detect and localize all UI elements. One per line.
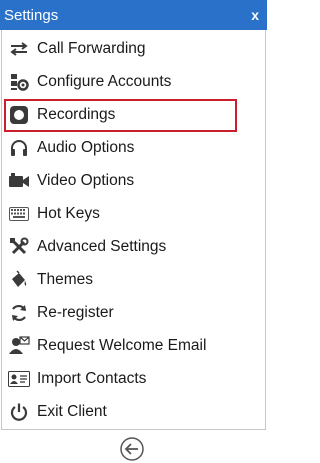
menu-item-label: Audio Options <box>37 138 135 156</box>
back-arrow-icon <box>120 437 144 463</box>
menu-item-advanced-settings[interactable]: Advanced Settings <box>2 230 265 263</box>
call-forwarding-icon <box>8 38 30 60</box>
settings-menu: Call Forwarding Configure Accounts Recor… <box>2 30 265 428</box>
menu-item-label: Exit Client <box>37 402 107 420</box>
headphones-icon <box>8 137 30 159</box>
menu-item-call-forwarding[interactable]: Call Forwarding <box>2 32 265 65</box>
menu-item-hot-keys[interactable]: Hot Keys <box>2 197 265 230</box>
menu-item-label: Import Contacts <box>37 369 147 387</box>
settings-panel: Call Forwarding Configure Accounts Recor… <box>1 30 266 430</box>
refresh-icon <box>8 302 30 324</box>
menu-item-label: Configure Accounts <box>37 72 172 90</box>
menu-item-video-options[interactable]: Video Options <box>2 164 265 197</box>
window-title: Settings <box>4 6 59 24</box>
paint-bucket-icon <box>8 269 30 291</box>
menu-item-label: Request Welcome Email <box>37 336 207 354</box>
configure-accounts-icon <box>8 71 30 93</box>
close-button[interactable]: x <box>251 7 259 23</box>
menu-item-label: Advanced Settings <box>37 237 167 255</box>
menu-item-import-contacts[interactable]: Import Contacts <box>2 362 265 395</box>
keyboard-icon <box>8 203 30 225</box>
menu-item-exit-client[interactable]: Exit Client <box>2 395 265 428</box>
menu-item-audio-options[interactable]: Audio Options <box>2 131 265 164</box>
title-bar: Settings x <box>0 0 267 30</box>
menu-item-recordings[interactable]: Recordings <box>2 98 265 132</box>
user-mail-icon <box>8 335 30 357</box>
menu-item-label: Re-register <box>37 303 114 321</box>
menu-item-themes[interactable]: Themes <box>2 263 265 296</box>
menu-item-label: Call Forwarding <box>37 39 146 57</box>
tools-icon <box>8 236 30 258</box>
menu-item-label: Hot Keys <box>37 204 100 222</box>
power-icon <box>8 401 30 423</box>
menu-item-re-register[interactable]: Re-register <box>2 296 265 329</box>
back-button[interactable] <box>120 437 144 461</box>
recordings-icon <box>8 104 30 126</box>
contact-card-icon <box>8 368 30 390</box>
menu-item-configure-accounts[interactable]: Configure Accounts <box>2 65 265 98</box>
menu-item-label: Recordings <box>37 105 116 123</box>
menu-item-label: Themes <box>37 270 93 288</box>
video-camera-icon <box>8 170 30 192</box>
menu-item-label: Video Options <box>37 171 135 189</box>
menu-item-request-welcome-email[interactable]: Request Welcome Email <box>2 329 265 362</box>
